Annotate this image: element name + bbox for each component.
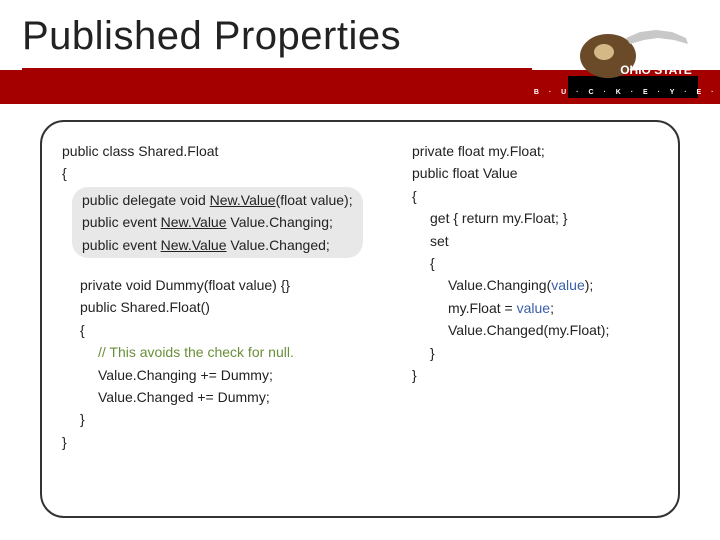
code-line: } xyxy=(62,408,382,430)
code-columns: public class Shared.Float { public deleg… xyxy=(62,140,658,453)
page-title: Published Properties xyxy=(22,14,401,59)
code-line: } xyxy=(412,342,658,364)
code-text: public delegate void xyxy=(82,192,210,208)
code-line: Value.Changing(value); xyxy=(412,274,658,296)
code-underline: New.Value xyxy=(161,237,227,253)
spacer xyxy=(62,260,382,274)
code-line: public Shared.Float() xyxy=(62,296,382,318)
code-line: { xyxy=(412,252,658,274)
highlighted-declarations: public delegate void New.Value(float val… xyxy=(72,187,363,258)
left-code-column: public class Shared.Float { public deleg… xyxy=(62,140,382,453)
right-code-column: private float my.Float; public float Val… xyxy=(412,140,658,453)
code-line: public event New.Value Value.Changing; xyxy=(82,211,353,233)
code-line: private void Dummy(float value) {} xyxy=(62,274,382,296)
code-line: public class Shared.Float xyxy=(62,140,382,162)
code-keyword: value xyxy=(517,300,550,316)
code-text: public event xyxy=(82,237,161,253)
code-text: Value.Changed; xyxy=(227,237,330,253)
code-line: Value.Changed += Dummy; xyxy=(62,386,382,408)
code-line: public float Value xyxy=(412,162,658,184)
code-keyword: value xyxy=(551,277,584,293)
code-underline: New.Value xyxy=(210,192,276,208)
buckeye-logo-icon: OHIO STATE xyxy=(568,26,698,98)
code-line: public delegate void New.Value(float val… xyxy=(82,189,353,211)
code-line: get { return my.Float; } xyxy=(412,207,658,229)
code-text: public event xyxy=(82,214,161,230)
logo-top-text: OHIO STATE xyxy=(620,63,692,77)
code-line: set xyxy=(412,230,658,252)
code-line: public event New.Value Value.Changed; xyxy=(82,234,353,256)
code-line: { xyxy=(412,185,658,207)
code-text: Value.Changing; xyxy=(227,214,333,230)
logo-bottom-text: B · U · C · K · E · Y · E · S xyxy=(534,89,720,96)
code-line: { xyxy=(62,319,382,341)
code-text: (float value); xyxy=(276,192,353,208)
content-panel: public class Shared.Float { public deleg… xyxy=(40,120,680,518)
code-underline: New.Value xyxy=(161,214,227,230)
code-text: ); xyxy=(585,277,594,293)
code-line: { xyxy=(62,162,382,184)
title-underline xyxy=(22,68,532,70)
code-text: my.Float = xyxy=(448,300,517,316)
code-line: private float my.Float; xyxy=(412,140,658,162)
code-line: } xyxy=(412,364,658,386)
code-line: } xyxy=(62,431,382,453)
code-line: my.Float = value; xyxy=(412,297,658,319)
code-line: Value.Changing += Dummy; xyxy=(62,364,382,386)
code-line: Value.Changed(my.Float); xyxy=(412,319,658,341)
code-text: ; xyxy=(550,300,554,316)
code-comment: // This avoids the check for null. xyxy=(62,341,382,363)
code-text: Value.Changing( xyxy=(448,277,551,293)
ohio-state-logo: OHIO STATE B · U · C · K · E · Y · E · S xyxy=(568,26,698,98)
